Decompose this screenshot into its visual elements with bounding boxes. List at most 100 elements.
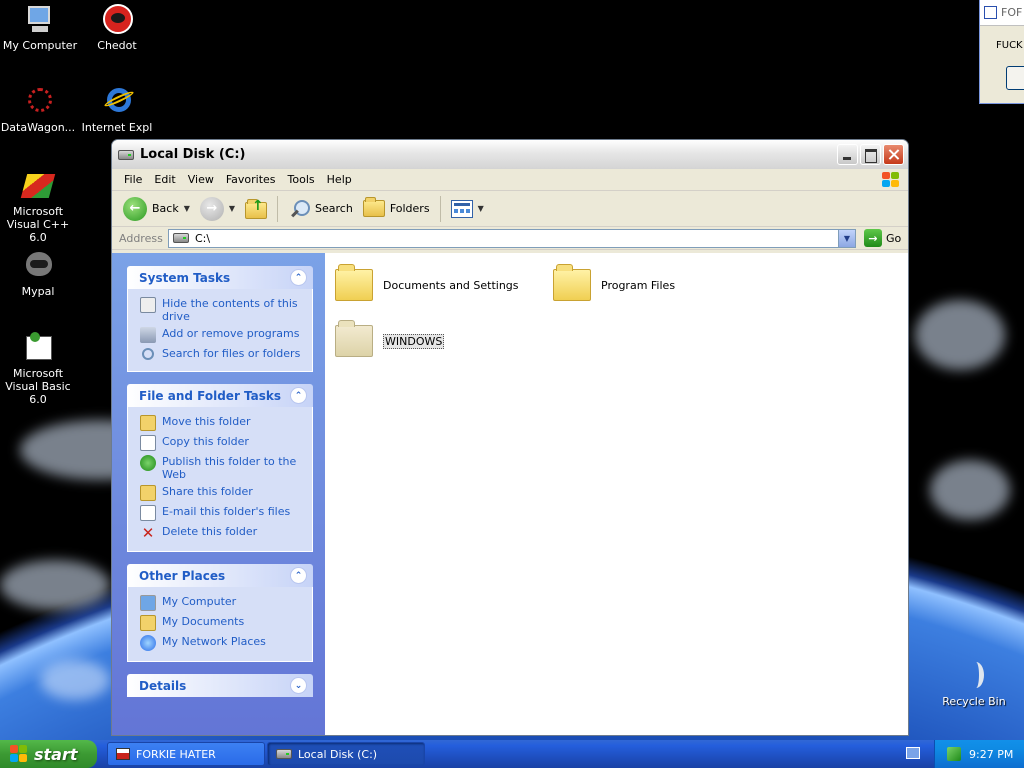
folder-icon — [553, 264, 591, 301]
place-my-computer[interactable]: My Computer — [140, 595, 304, 611]
go-button[interactable]: → Go — [864, 229, 901, 247]
menu-view[interactable]: View — [182, 169, 220, 191]
views-icon — [450, 199, 473, 218]
task-move-folder[interactable]: Move this folder — [140, 415, 304, 431]
task-add-remove-programs[interactable]: Add or remove programs — [140, 327, 304, 343]
email-icon — [140, 505, 156, 521]
file-folder-tasks-header[interactable]: File and Folder Tasks ⌃ — [127, 384, 313, 407]
address-bar: Address C:\ ▼ → Go — [112, 227, 908, 250]
task-label: Hide the contents of this drive — [162, 297, 298, 323]
expand-icon[interactable]: ⌄ — [290, 677, 307, 694]
details-header[interactable]: Details ⌄ — [127, 674, 313, 697]
menu-file[interactable]: File — [118, 169, 148, 191]
task-publish-web[interactable]: Publish this folder to the Web — [140, 455, 304, 481]
start-button[interactable]: start — [0, 740, 97, 768]
taskbar-button-label: Local Disk (C:) — [298, 747, 378, 761]
task-share-folder[interactable]: Share this folder — [140, 485, 304, 501]
task-delete-folder[interactable]: ✕ Delete this folder — [140, 525, 304, 541]
desktop-icon-my-computer[interactable]: My Computer — [0, 4, 80, 52]
maximize-button[interactable] — [860, 144, 881, 165]
search-icon — [142, 348, 154, 360]
system-tasks-header[interactable]: System Tasks ⌃ — [127, 266, 313, 289]
internet-explorer-icon — [101, 86, 135, 118]
place-my-documents[interactable]: My Documents — [140, 615, 304, 631]
desktop-icon-label: My Computer — [2, 39, 78, 52]
task-email-files[interactable]: E-mail this folder's files — [140, 505, 304, 521]
panel-title: System Tasks — [139, 270, 231, 285]
desktop-icon-label: Chedot — [97, 39, 137, 52]
taskbar-button-forkie-hater[interactable]: FORKIE HATER — [107, 742, 265, 766]
folders-button[interactable]: Folders — [360, 197, 433, 219]
views-dropdown-icon[interactable]: ▼ — [478, 204, 484, 213]
partial-dialog-message: FUCK — [996, 40, 1023, 51]
desktop-icon-visual-cpp[interactable]: Microsoft Visual C++ 6.0 — [0, 170, 78, 244]
desktop-icon-label: Microsoft Visual Basic 6.0 — [5, 367, 71, 406]
copy-folder-icon — [140, 435, 156, 451]
desktop-icon-label: Recycle Bin — [942, 695, 1006, 708]
forward-button[interactable]: → ▼ — [197, 195, 238, 223]
partial-dialog-button[interactable] — [1006, 66, 1024, 90]
folder-icon — [335, 320, 373, 357]
folders-label: Folders — [389, 202, 430, 215]
task-hide-contents[interactable]: Hide the contents of this drive — [140, 297, 304, 323]
address-input[interactable]: C:\ ▼ — [168, 228, 856, 248]
datawagon-icon — [22, 86, 54, 118]
task-search-files[interactable]: Search for files or folders — [140, 347, 304, 361]
task-label: E-mail this folder's files — [162, 505, 291, 518]
address-dropdown-icon[interactable]: ▼ — [838, 229, 855, 247]
file-list-pane[interactable]: Documents and Settings Program Files WIN… — [325, 253, 908, 735]
back-button[interactable]: ← Back ▼ — [120, 195, 193, 223]
desktop-icon-internet-explorer[interactable]: Internet Expl — [77, 86, 157, 134]
menu-help[interactable]: Help — [321, 169, 358, 191]
desktop-icon-label: Microsoft Visual C++ 6.0 — [6, 205, 70, 244]
folder-item-selected[interactable]: WINDOWS — [335, 320, 445, 357]
menu-favorites[interactable]: Favorites — [220, 169, 282, 191]
collapse-icon[interactable]: ⌃ — [290, 269, 307, 286]
up-button[interactable]: ↑ — [242, 196, 270, 222]
partial-dialog-window[interactable]: FOF FUCK — [979, 0, 1024, 104]
desktop-icon-mypal[interactable]: Mypal — [0, 250, 78, 298]
task-label: My Computer — [162, 595, 237, 608]
other-places-header[interactable]: Other Places ⌃ — [127, 564, 313, 587]
desktop-icon-datawagon[interactable]: DataWagon... — [0, 86, 78, 134]
collapse-icon[interactable]: ⌃ — [290, 387, 307, 404]
collapse-icon[interactable]: ⌃ — [290, 567, 307, 584]
local-disk-icon — [276, 749, 292, 759]
back-dropdown-icon[interactable]: ▼ — [184, 204, 190, 213]
task-copy-folder[interactable]: Copy this folder — [140, 435, 304, 451]
folder-item[interactable]: Documents and Settings — [335, 264, 519, 301]
clock[interactable]: 9:27 PM — [969, 748, 1013, 761]
place-my-network-places[interactable]: My Network Places — [140, 635, 304, 651]
forward-dropdown-icon[interactable]: ▼ — [229, 204, 235, 213]
folders-icon — [362, 197, 385, 217]
network-icon[interactable] — [947, 747, 961, 761]
local-disk-icon — [173, 233, 189, 243]
address-label: Address — [119, 231, 163, 245]
local-disk-icon — [118, 149, 134, 160]
desktop-icon-chedot[interactable]: Chedot — [77, 4, 157, 52]
search-button[interactable]: Search — [285, 196, 356, 222]
go-arrow-icon: → — [864, 229, 882, 247]
computer-icon — [140, 595, 156, 611]
up-folder-icon: ↑ — [245, 198, 268, 220]
panel-title: Details — [139, 678, 187, 693]
folder-name: WINDOWS — [383, 333, 445, 349]
window-titlebar[interactable]: Local Disk (C:) — [112, 140, 908, 169]
keyboard-icon[interactable] — [906, 747, 920, 759]
folder-name: Documents and Settings — [383, 278, 519, 292]
desktop-icon-recycle-bin[interactable]: Recycle Bin — [934, 660, 1014, 708]
folder-item[interactable]: Program Files — [553, 264, 675, 301]
delete-icon: ✕ — [141, 524, 155, 542]
close-button[interactable] — [883, 144, 904, 165]
minimize-button[interactable] — [837, 144, 858, 165]
details-panel: Details ⌄ — [127, 674, 313, 697]
taskbar-button-local-disk[interactable]: Local Disk (C:) — [267, 742, 425, 766]
explorer-window[interactable]: Local Disk (C:) File Edit View Favorites… — [111, 139, 909, 736]
menu-tools[interactable]: Tools — [282, 169, 321, 191]
views-button[interactable]: ▼ — [448, 198, 487, 220]
menu-edit[interactable]: Edit — [148, 169, 181, 191]
search-label: Search — [315, 202, 353, 215]
desktop-icon-visual-basic[interactable]: Microsoft Visual Basic 6.0 — [0, 332, 78, 406]
add-remove-programs-icon — [140, 327, 156, 343]
share-folder-icon — [140, 485, 156, 501]
